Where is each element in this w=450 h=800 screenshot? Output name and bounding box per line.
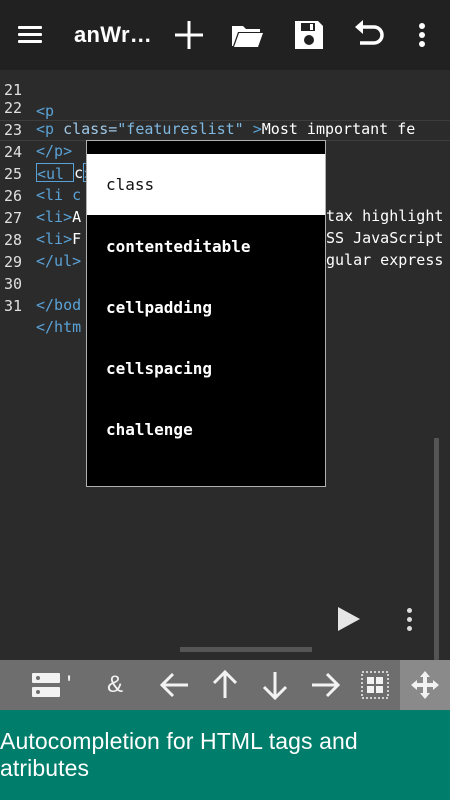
arrow-left-icon[interactable] (158, 660, 192, 710)
app-title: anWr… (74, 22, 153, 47)
add-icon[interactable] (172, 18, 206, 52)
quote-key[interactable]: ' (62, 660, 76, 710)
folder-open-icon[interactable] (230, 18, 264, 52)
play-icon[interactable] (336, 606, 362, 632)
overflow-menu-icon[interactable] (405, 18, 439, 52)
app-toolbar: anWr… (0, 0, 450, 70)
caption-text: Autocompletion for HTML tags and atribut… (0, 728, 358, 781)
ampersand-key[interactable]: & (98, 660, 132, 710)
caption-banner: Autocompletion for HTML tags and atribut… (0, 710, 450, 800)
arrow-up-icon[interactable] (208, 660, 242, 710)
code-line: 22 <p class="featureslist" >Most importa… (3, 99, 416, 138)
select-grid-icon[interactable] (358, 660, 392, 710)
move-cursor-icon[interactable] (400, 660, 450, 710)
code-line-current: 24 <ul c> (0, 121, 450, 183)
autocomplete-item[interactable]: contenteditable (87, 216, 325, 277)
hamburger-menu-icon[interactable] (18, 22, 46, 48)
autocomplete-item[interactable]: challenge (87, 399, 325, 460)
autocomplete-item-selected[interactable]: class (87, 154, 325, 215)
arrow-right-icon[interactable] (308, 660, 342, 710)
editor-overflow-icon[interactable] (405, 608, 413, 634)
save-icon[interactable] (292, 18, 326, 52)
autocomplete-popup: class contenteditable cellpadding cellsp… (86, 140, 326, 487)
symbol-bar: ' & (0, 660, 450, 710)
vertical-scrollbar[interactable] (434, 438, 439, 660)
server-icon[interactable] (28, 660, 64, 710)
undo-icon[interactable] (352, 18, 386, 52)
code-line: 23 </p> (3, 121, 73, 160)
arrow-down-icon[interactable] (258, 660, 292, 710)
autocomplete-item[interactable]: cellspacing (87, 338, 325, 399)
autocomplete-item[interactable]: cellpadding (87, 277, 325, 338)
horizontal-scrollbar[interactable] (180, 647, 312, 652)
